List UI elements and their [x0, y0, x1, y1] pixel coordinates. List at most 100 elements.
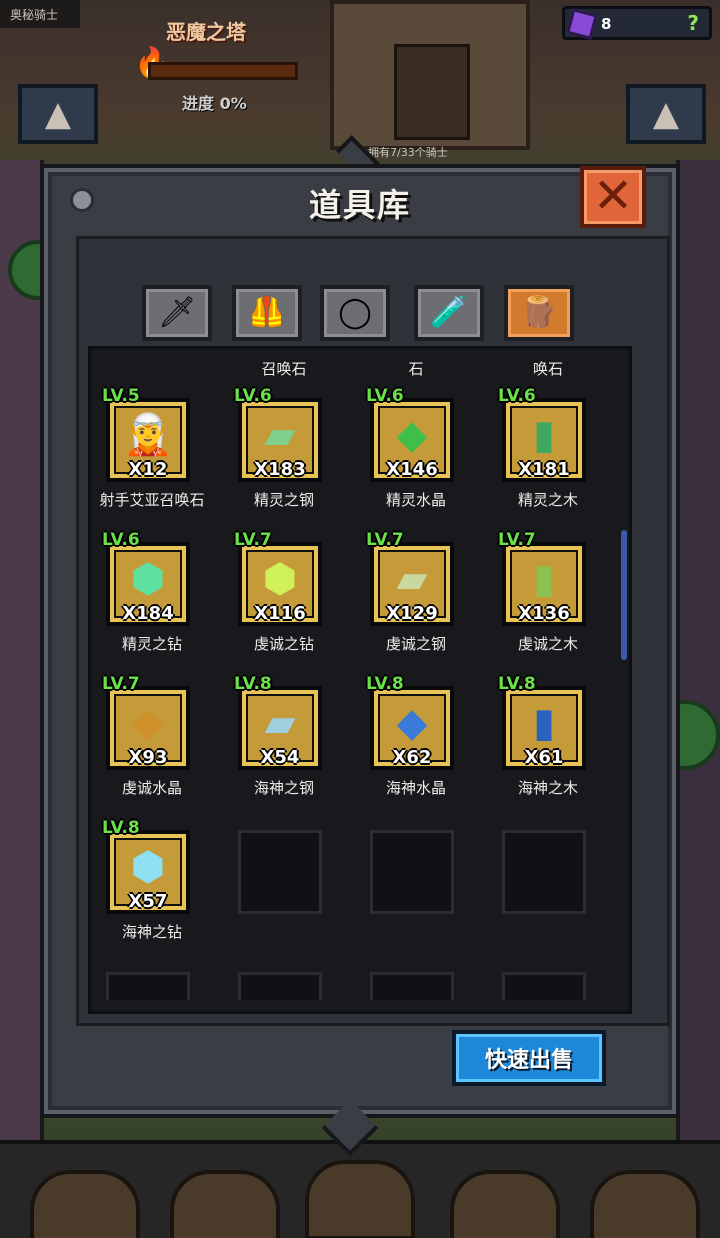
weapon-icon: 🗡 — [157, 295, 197, 330]
item-name: 海神水晶 — [385, 779, 446, 797]
bottom-forge-button[interactable] — [450, 1170, 560, 1238]
slot-frame: ◆ X93 — [106, 686, 190, 770]
up-arrow-right-button[interactable]: ▲ — [626, 84, 706, 144]
item-quantity: X57 — [128, 891, 168, 912]
slot-frame: ▰ X129 — [370, 542, 454, 626]
item-quantity: X93 — [128, 747, 168, 768]
left-wall — [0, 160, 44, 1140]
item-quantity: X12 — [128, 459, 168, 480]
slot-frame: ◆ X62 — [370, 686, 454, 770]
item-icon: ▮ — [532, 700, 556, 747]
item-quantity: X183 — [254, 459, 306, 480]
item-icon: ◆ — [396, 412, 428, 459]
item-icon: ▰ — [264, 412, 296, 459]
tower-panel: 🔥 恶魔之塔 进度 0% — [108, 4, 308, 124]
item-level: LV.8 — [498, 674, 536, 694]
bottom-knight-button[interactable] — [305, 1160, 415, 1238]
quick-sell-button[interactable]: 快速出售 — [452, 1030, 606, 1086]
item-name: 精灵之钢 — [253, 491, 314, 509]
item-level: LV.6 — [366, 386, 404, 406]
tower-title: 恶魔之塔 — [166, 20, 246, 44]
material-icon: 🪵 — [520, 295, 558, 330]
item-level: LV.8 — [234, 674, 272, 694]
item-icon: ▮ — [532, 556, 556, 603]
tab-armor[interactable]: 🦺 — [232, 285, 302, 341]
item-name: 海神之钢 — [253, 779, 314, 797]
bottom-item-button[interactable] — [170, 1170, 280, 1238]
item-name: 虔诚之木 — [517, 635, 578, 653]
item-name: 精灵之木 — [517, 491, 578, 509]
item-quantity: X62 — [392, 747, 432, 768]
gem-icon — [566, 8, 598, 40]
item-level: LV.7 — [234, 530, 272, 550]
item-name: 虔诚水晶 — [121, 779, 182, 797]
slot-frame: ▮ X136 — [502, 542, 586, 626]
tab-ring[interactable]: ◯ — [320, 285, 390, 341]
armor-icon: 🦺 — [248, 295, 286, 330]
tab-material[interactable]: 🪵 — [504, 285, 574, 341]
chevron-up-icon: ▲ — [44, 94, 72, 134]
gem-counter[interactable]: 8 ? — [562, 6, 712, 40]
item-icon: ⬢ — [130, 844, 166, 891]
empty-slot — [238, 972, 322, 1000]
chevron-up-icon: ▲ — [652, 94, 680, 134]
potion-icon: 🧪 — [430, 295, 468, 330]
item-quantity: X61 — [524, 747, 564, 768]
tab-weapon[interactable]: 🗡 — [142, 285, 212, 341]
item-level: LV.5 — [102, 386, 140, 406]
item-icon: 🧝 — [123, 412, 173, 459]
item-name: 精灵之钻 — [121, 635, 182, 653]
slot-frame — [502, 830, 586, 914]
slot-frame — [370, 830, 454, 914]
up-arrow-left-button[interactable]: ▲ — [18, 84, 98, 144]
bottom-shop-button[interactable] — [30, 1170, 140, 1238]
item-name-partial: 召唤石 — [261, 360, 307, 378]
item-level: LV.7 — [102, 674, 140, 694]
empty-slot — [106, 972, 190, 1000]
slot-frame: ▮ X61 — [502, 686, 586, 770]
slot-frame — [238, 830, 322, 914]
item-quantity: X136 — [518, 603, 570, 624]
slot-frame: 🧝 X12 — [106, 398, 190, 482]
tower-progress-bar — [148, 62, 298, 80]
knight-count: 拥有7/33个骑士 — [368, 146, 448, 159]
item-quantity: X184 — [122, 603, 174, 624]
slot-frame: ▰ X183 — [238, 398, 322, 482]
slot-frame: ⬢ X57 — [106, 830, 190, 914]
item-level: LV.6 — [234, 386, 272, 406]
item-name: 射手艾亚召唤石 — [99, 491, 205, 509]
item-name-partial: 石 — [408, 360, 424, 378]
item-level: LV.6 — [498, 386, 536, 406]
gem-count: 8 — [601, 15, 612, 33]
item-icon: ⬢ — [130, 556, 166, 603]
item-quantity: X54 — [260, 747, 300, 768]
item-name: 海神之钻 — [121, 923, 182, 941]
item-icon: ⬢ — [262, 556, 298, 603]
item-name: 精灵水晶 — [385, 491, 446, 509]
item-icon: ▰ — [264, 700, 296, 747]
item-quantity: X116 — [254, 603, 306, 624]
close-icon: ✕ — [592, 168, 634, 225]
item-level: LV.7 — [366, 530, 404, 550]
item-icon: ▰ — [396, 556, 428, 603]
help-icon[interactable]: ? — [687, 11, 699, 35]
tab-potion[interactable]: 🧪 — [414, 285, 484, 341]
hud-left-label: 奥秘骑士 — [0, 0, 80, 28]
item-name-partial: 唤石 — [532, 360, 563, 378]
slot-frame: ◆ X146 — [370, 398, 454, 482]
item-level: LV.6 — [102, 530, 140, 550]
slot-frame: ▮ X181 — [502, 398, 586, 482]
empty-slot — [502, 972, 586, 1000]
item-icon: ▮ — [532, 412, 556, 459]
slot-frame: ⬢ X184 — [106, 542, 190, 626]
item-list-scrollbar[interactable] — [621, 530, 627, 660]
close-button[interactable]: ✕ — [580, 166, 646, 228]
item-quantity: X146 — [386, 459, 438, 480]
empty-slot — [370, 972, 454, 1000]
bottom-more-button[interactable] — [590, 1170, 700, 1238]
slot-frame: ▰ X54 — [238, 686, 322, 770]
castle-building — [330, 0, 530, 150]
item-icon: ◆ — [132, 700, 164, 747]
item-name: 虔诚之钢 — [385, 635, 446, 653]
right-wall — [676, 160, 720, 1140]
